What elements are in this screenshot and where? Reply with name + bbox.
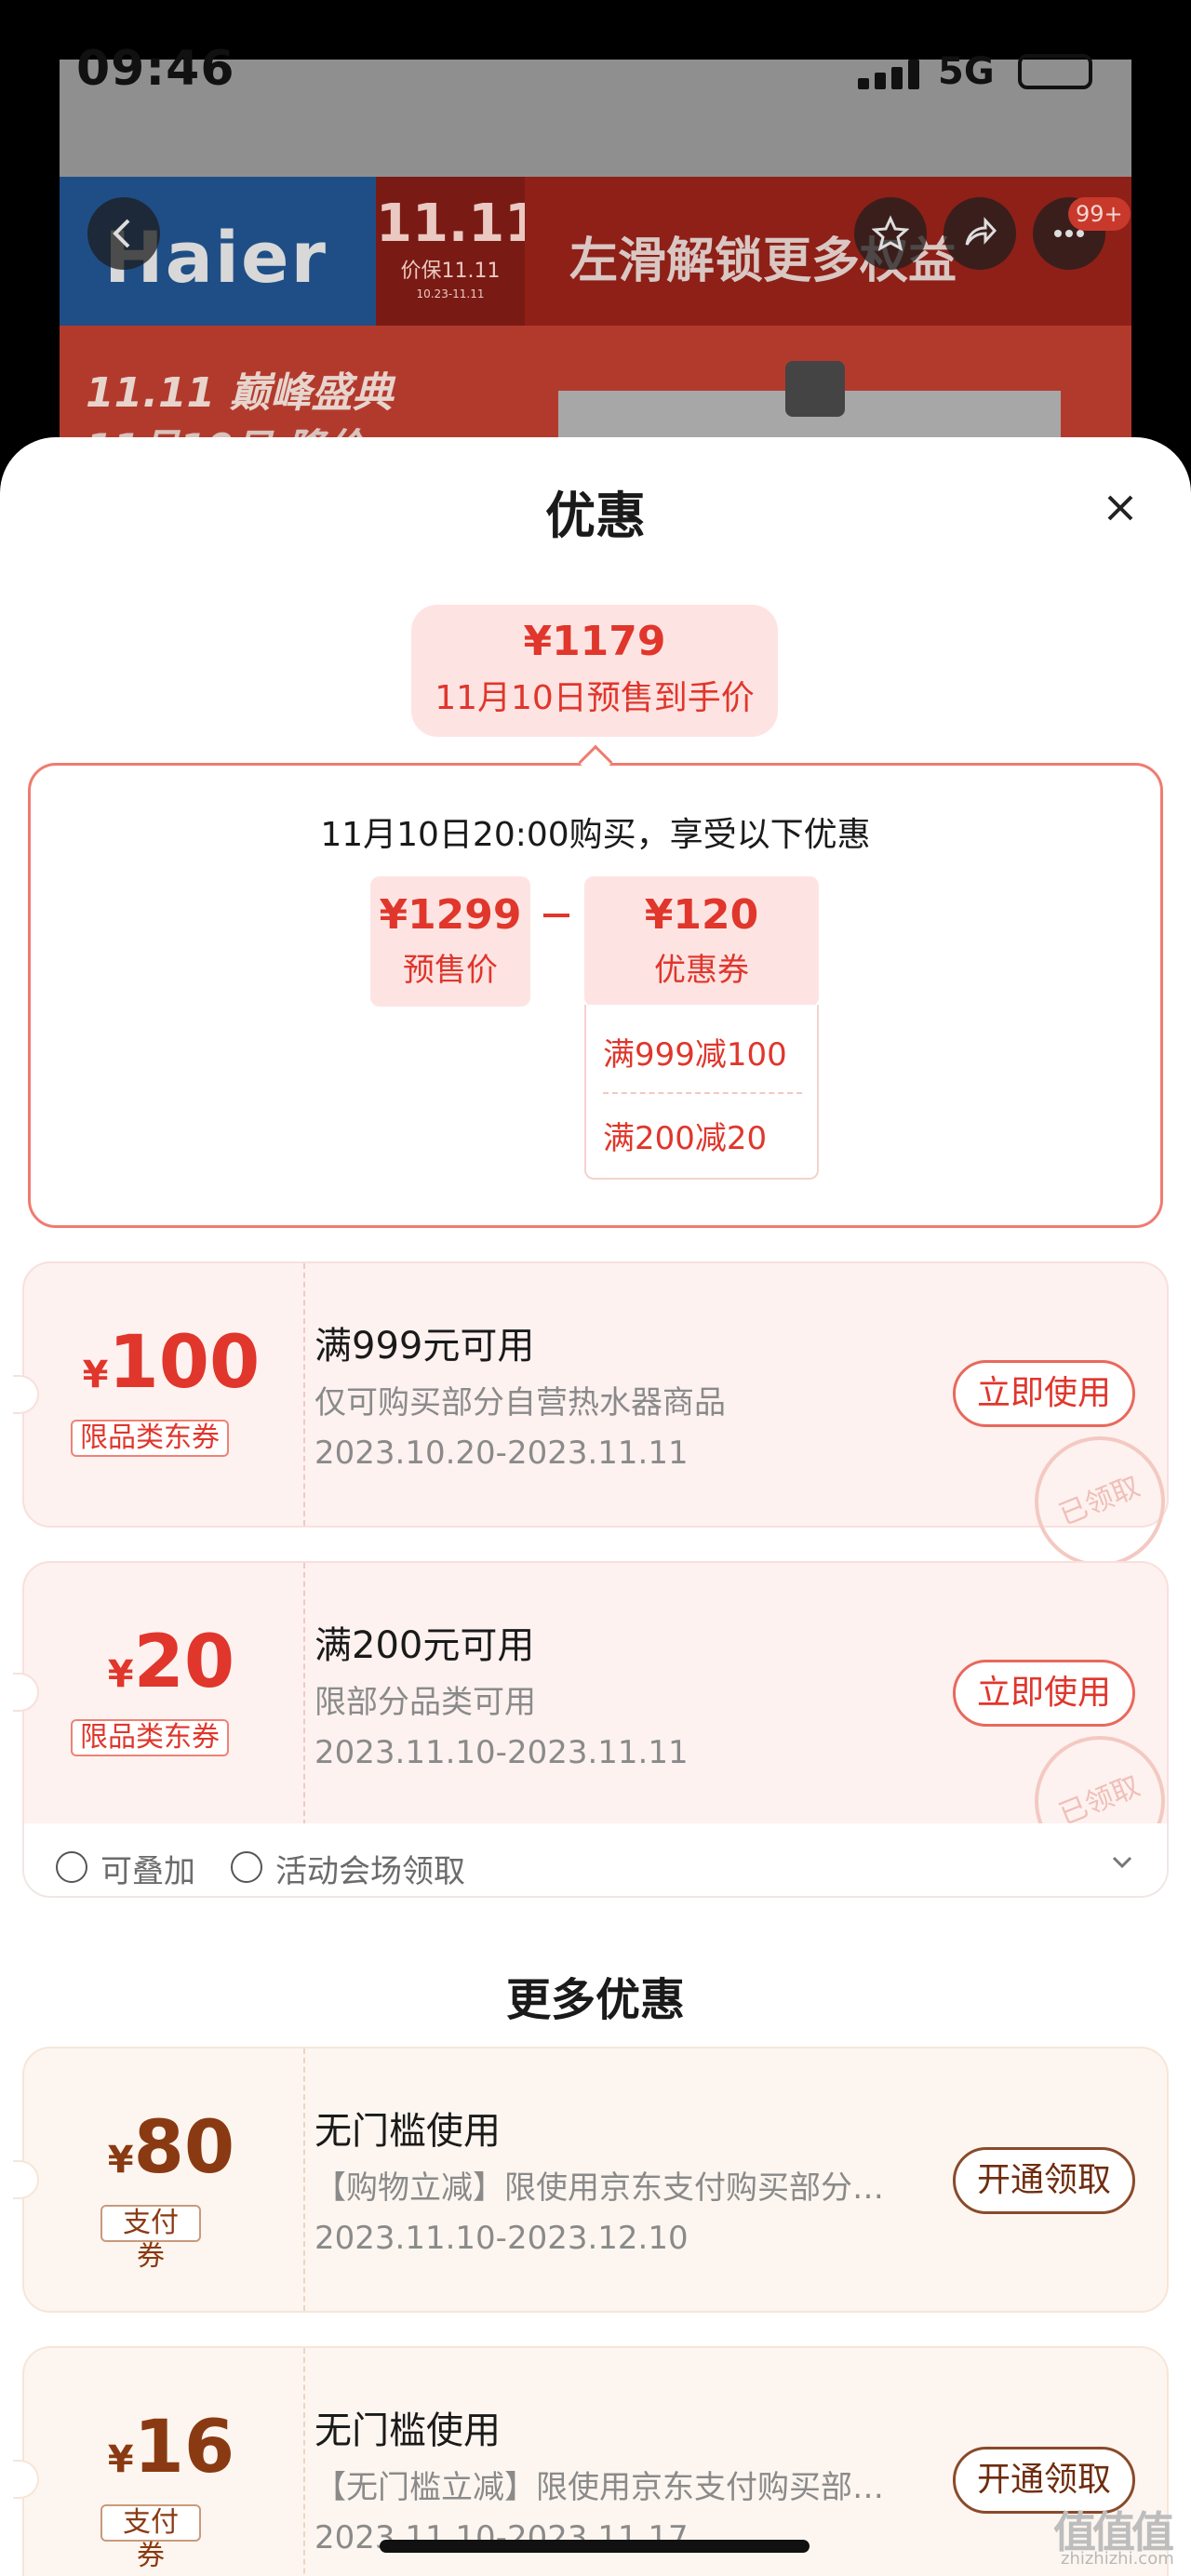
share-icon [965,217,997,246]
favorite-icon [872,215,909,251]
stackable-icon [56,1851,87,1883]
coupon-dates: 2023.10.20-2023.11.11 [314,1435,689,1472]
coupon-type-tag: 限品类东券 [71,1420,229,1457]
coupon-desc: 限部分品类可用 [314,1684,536,1721]
coupon-dates: 2023.11.10-2023.12.10 [314,2220,689,2257]
coupon-amount: ¥100 [41,1321,301,1405]
product-detail [785,361,845,417]
coupon-divider [303,2049,305,2311]
coupon-divider [303,1563,305,1825]
coupon-dates: 2023.11.10-2023.11.11 [314,1734,689,1771]
coupon-desc: 【无门槛立减】限使用京东支付购买部分商品 [314,2469,891,2506]
activate-claim-button[interactable]: 开通领取 [953,2147,1135,2214]
rule-divider [603,1092,802,1094]
coupon-desc: 仅可购买部分自营热水器商品 [314,1384,726,1421]
sheet-title: 优惠 [545,487,646,545]
notification-badge: 99+ [1068,197,1131,231]
currency-symbol: ¥ [107,2139,134,2182]
coupon-type-tag: 支付券 [100,2504,201,2572]
use-now-button[interactable]: 立即使用 [953,1360,1135,1427]
coupon-title: 满999元可用 [314,1325,535,1368]
coupon-rule: 满999减100 [603,1036,787,1074]
coupon-divider [303,1263,305,1526]
promo-1111-dates: 10.23-11.11 [416,287,485,300]
presale-label: 预售价 [403,952,498,989]
coupon-title: 无门槛使用 [314,2409,501,2452]
final-price-bubble: ¥1179 11月10日预售到手价 [411,605,778,737]
amount-value: 80 [133,2106,235,2190]
watermark-url: zhizhizhi.com [1061,2549,1174,2569]
minus-sign [543,914,569,917]
promo-1111-badge: 11.11 价保11.11 10.23-11.11 [376,177,542,326]
presale-tile: ¥1299 预售价 [370,876,530,1007]
stackable-label: 可叠加 [100,1853,195,1890]
source-label: 活动会场领取 [275,1853,465,1890]
coupon-type-tag: 限品类东券 [71,1719,229,1756]
amount-value: 100 [108,1321,261,1405]
venue-icon [231,1851,262,1883]
coupon-label: 优惠券 [654,952,749,989]
coupon-title: 无门槛使用 [314,2110,501,2153]
battery-icon [1018,54,1092,89]
coupon-desc: 【购物立减】限使用京东支付购买部分商品 [314,2169,891,2207]
favorite-button[interactable] [854,197,927,270]
promo-1111-sub: 价保11.11 [400,260,501,283]
close-button[interactable] [1098,486,1143,530]
chevron-down-icon[interactable] [1111,1851,1133,1874]
peak-title: 11.11 巅峰盛典 [86,369,394,417]
currency-symbol: ¥ [107,1653,134,1696]
coupon-amount: ¥80 [41,2106,301,2190]
coupon-amount: ¥20 [41,1621,301,1704]
coupon-type-tag: 支付券 [100,2205,201,2273]
coupon-rule: 满200减20 [603,1120,768,1157]
use-now-button[interactable]: 立即使用 [953,1660,1135,1727]
signal-icon [858,60,919,89]
currency-symbol: ¥ [107,2438,134,2481]
coupon-value: ¥120 [644,891,759,939]
close-icon [1107,495,1133,521]
promo-1111-title: 11.11 [376,194,542,254]
calc-heading: 11月10日20:00购买，享受以下优惠 [320,816,871,854]
share-button[interactable] [943,197,1016,270]
back-icon [113,219,130,248]
coupon-divider [303,2348,305,2576]
back-button[interactable] [87,197,160,270]
coupon-tile: ¥120 优惠券 [584,876,819,1007]
coupon-amount: ¥16 [41,2406,301,2489]
currency-symbol: ¥ [82,1354,109,1396]
amount-value: 20 [133,1621,235,1704]
final-price: ¥1179 [523,618,666,665]
home-indicator[interactable] [380,2540,810,2553]
presale-value: ¥1299 [379,891,522,939]
network-label: 5G [938,50,995,93]
amount-value: 16 [133,2406,235,2489]
coupon-title: 满200元可用 [314,1624,535,1667]
more-section-title: 更多优惠 [505,1974,685,2026]
final-price-label: 11月10日预售到手价 [435,679,755,717]
status-time: 09:46 [76,41,235,97]
